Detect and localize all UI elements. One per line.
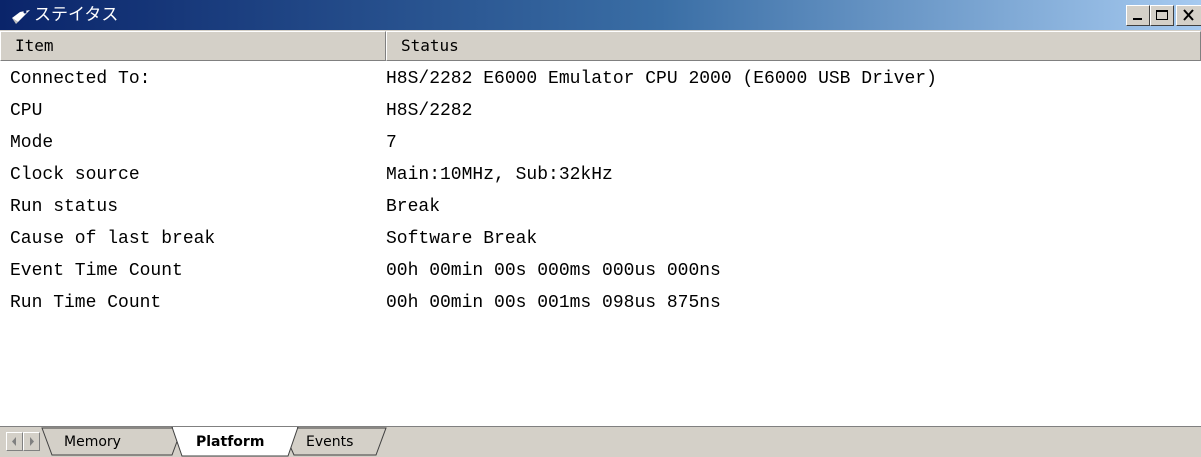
status-window: ステイタス Item Status Connected To: H8S/2282…: [0, 0, 1201, 457]
row-status-value: 00h 00min 00s 000ms 000us 000ns: [386, 261, 721, 281]
row-item-label: Event Time Count: [10, 261, 183, 281]
row-item-label: Run status: [10, 197, 119, 217]
row-item-label: Run Time Count: [10, 293, 162, 313]
row-item-label: Mode: [10, 133, 54, 153]
row-item-label: Connected To:: [10, 69, 151, 89]
minimize-button[interactable]: [1126, 5, 1150, 26]
table-row[interactable]: Connected To: H8S/2282 E6000 Emulator CP…: [0, 63, 1201, 95]
status-window-icon: [10, 6, 32, 26]
window-title: ステイタス: [34, 5, 119, 25]
row-item-label: Clock source: [10, 165, 140, 185]
column-header-status[interactable]: Status: [386, 31, 1201, 61]
tab-bar: Memory Platform Events: [0, 426, 1201, 457]
status-list[interactable]: Connected To: H8S/2282 E6000 Emulator CP…: [0, 62, 1201, 424]
table-row[interactable]: Event Time Count 00h 00min 00s 000ms 000…: [0, 255, 1201, 287]
row-status-value: Main:10MHz, Sub:32kHz: [386, 165, 613, 185]
maximize-icon: [1156, 10, 1168, 20]
table-row[interactable]: Mode 7: [0, 127, 1201, 159]
table-row[interactable]: Clock source Main:10MHz, Sub:32kHz: [0, 159, 1201, 191]
table-row[interactable]: Run status Break: [0, 191, 1201, 223]
row-item-label: CPU: [10, 101, 43, 121]
close-button[interactable]: [1176, 5, 1201, 26]
minimize-icon: [1133, 18, 1142, 20]
tab-events[interactable]: Events: [306, 432, 353, 452]
row-status-value: H8S/2282: [386, 101, 473, 121]
close-icon: [1183, 9, 1194, 21]
table-row[interactable]: Run Time Count 00h 00min 00s 001ms 098us…: [0, 287, 1201, 319]
maximize-button[interactable]: [1150, 5, 1174, 26]
row-status-value: Software Break: [386, 229, 538, 249]
row-status-value: Break: [386, 197, 441, 217]
tab-platform[interactable]: Platform: [196, 432, 264, 452]
title-bar[interactable]: ステイタス: [0, 0, 1201, 31]
column-header-item[interactable]: Item: [0, 31, 386, 61]
row-item-label: Cause of last break: [10, 229, 216, 249]
table-row[interactable]: Cause of last break Software Break: [0, 223, 1201, 255]
column-header-row: Item Status: [0, 31, 1201, 61]
row-status-value: 7: [386, 133, 397, 153]
table-row[interactable]: CPU H8S/2282: [0, 95, 1201, 127]
row-status-value: 00h 00min 00s 001ms 098us 875ns: [386, 293, 721, 313]
tab-memory[interactable]: Memory: [64, 432, 121, 452]
row-status-value: H8S/2282 E6000 Emulator CPU 2000 (E6000 …: [386, 69, 937, 89]
